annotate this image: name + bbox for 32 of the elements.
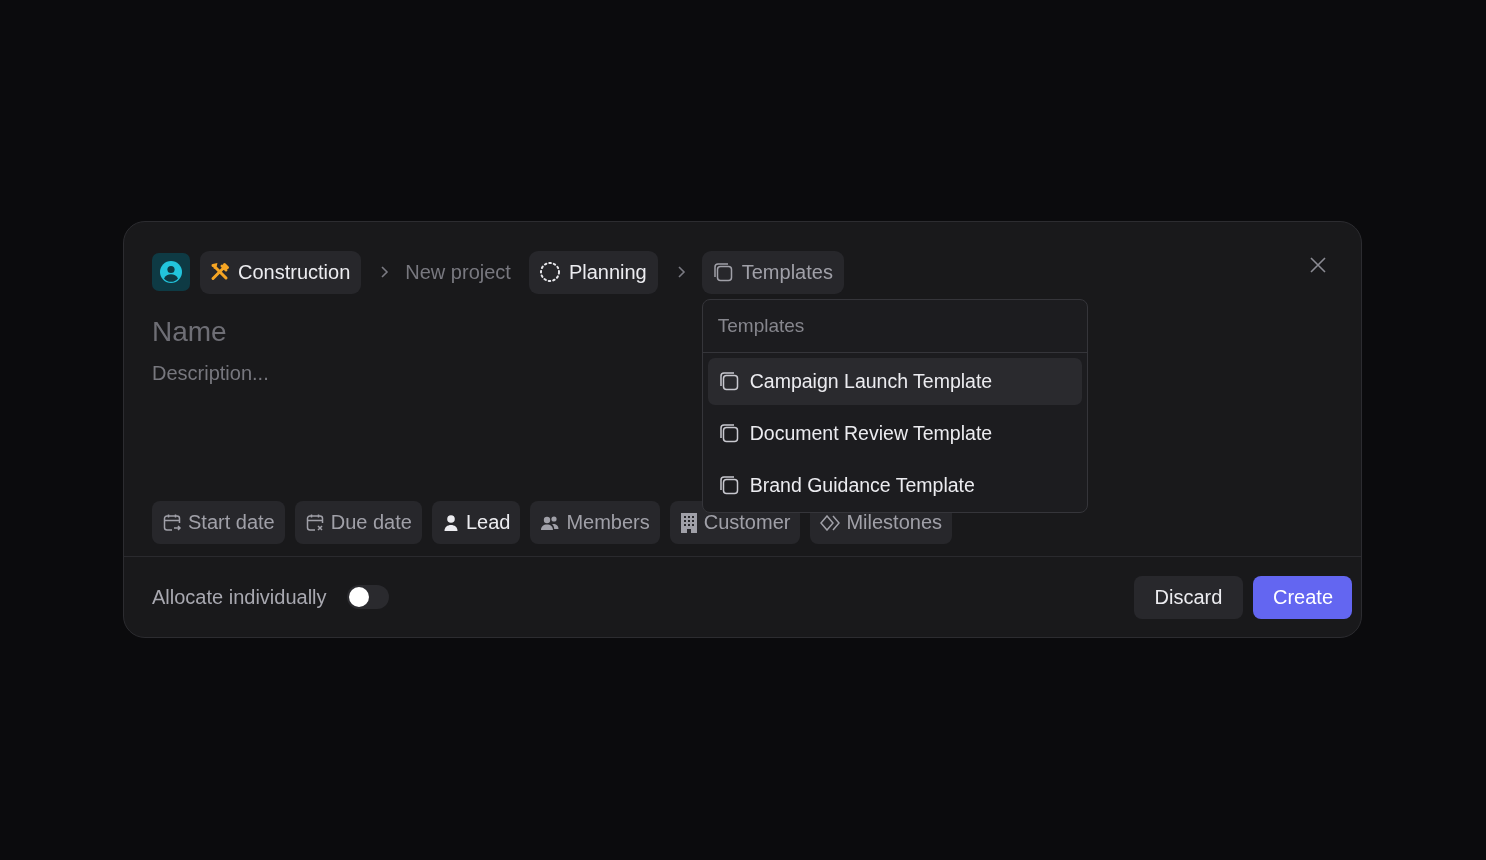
description-field[interactable]: Description...	[152, 360, 652, 386]
chevron-icon	[379, 265, 390, 279]
tools-icon	[210, 262, 230, 282]
allocate-toggle[interactable]	[346, 585, 389, 609]
chevron-icon	[675, 265, 686, 279]
team-chip[interactable]: Construction	[200, 250, 362, 294]
property-chip[interactable]: Lead	[431, 501, 521, 544]
copy-icon	[711, 261, 734, 283]
status-chip[interactable]: Planning	[528, 250, 658, 294]
page-title: New project	[405, 260, 511, 284]
property-chip[interactable]: Due date	[294, 501, 422, 544]
diamond-icon	[820, 514, 841, 531]
templates-chip[interactable]: Templates	[701, 250, 844, 294]
calendar-x-icon	[304, 512, 325, 533]
copy-icon	[717, 370, 740, 392]
template-item[interactable]: Document Review Template	[707, 409, 1082, 457]
close-button[interactable]	[1309, 256, 1327, 274]
property-chip[interactable]: Members	[530, 501, 660, 544]
building-icon	[679, 511, 698, 534]
copy-icon	[717, 422, 740, 444]
copy-icon	[717, 474, 740, 496]
people-icon	[540, 513, 561, 532]
menu-title: Templates	[702, 299, 1087, 353]
avatar-icon[interactable]	[152, 253, 190, 291]
allocate-label: Allocate individually	[152, 585, 327, 609]
create-button[interactable]: Create	[1253, 575, 1352, 619]
name-field[interactable]: Name	[152, 314, 652, 350]
template-item[interactable]: Campaign Launch Template	[707, 357, 1082, 405]
property-chip[interactable]: Start date	[152, 501, 285, 544]
dotted-circle-icon	[538, 261, 561, 283]
discard-button[interactable]: Discard	[1134, 575, 1243, 619]
calendar-arrow-icon	[162, 512, 182, 533]
